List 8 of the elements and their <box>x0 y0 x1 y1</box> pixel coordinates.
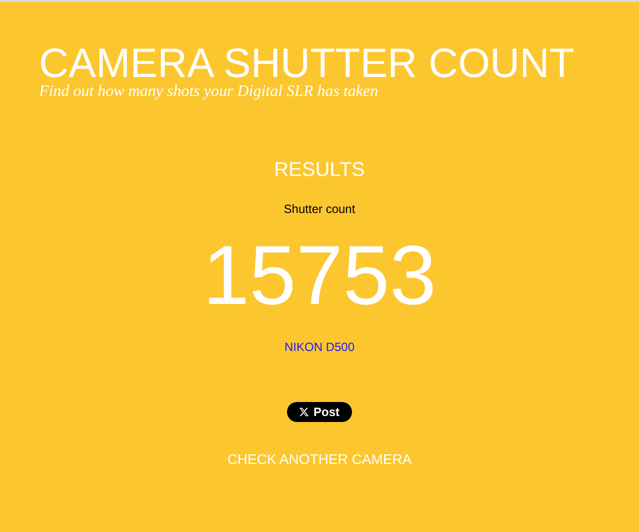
page-title: CAMERA SHUTTER COUNT <box>39 40 576 86</box>
x-logo-icon <box>299 407 310 417</box>
shutter-count: 15753 <box>202 230 436 320</box>
count-label: Shutter count <box>284 202 356 216</box>
camera-model-link[interactable]: NIKON D500 <box>284 340 355 354</box>
results-heading: RESULTS <box>274 158 365 182</box>
post-button[interactable]: Post <box>287 402 352 422</box>
page-subtitle: Find out how many shots your Digital SLR has taken <box>39 83 380 101</box>
